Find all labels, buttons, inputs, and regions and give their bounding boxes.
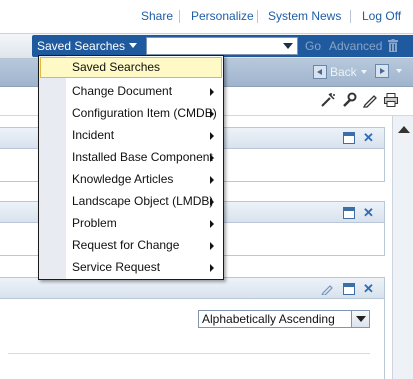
forward-arrow-icon [375, 64, 389, 78]
menu-item-label: Service Request [72, 260, 161, 274]
back-arrow-icon [313, 65, 327, 79]
separator [257, 10, 258, 23]
close-icon[interactable]: ✕ [363, 282, 374, 295]
print-icon[interactable] [383, 92, 399, 108]
chevron-right-icon [210, 242, 214, 250]
menu-item-service-request[interactable]: Service Request [40, 257, 222, 278]
menu-item-installed-base-component[interactable]: Installed Base Component [40, 147, 222, 168]
dropdown-arrow-icon[interactable] [351, 311, 369, 327]
menu-item-problem[interactable]: Problem [40, 213, 222, 234]
chevron-right-icon [210, 88, 214, 96]
edit-icon[interactable] [321, 282, 334, 295]
menu-item-label: Installed Base Component [72, 150, 213, 164]
chevron-right-icon [210, 110, 214, 118]
edit-icon[interactable] [362, 92, 378, 108]
chevron-down-icon [396, 69, 402, 73]
personalize-link[interactable]: Personalize [191, 9, 254, 23]
chevron-right-icon [210, 132, 214, 140]
menu-item-label: Knowledge Articles [72, 172, 174, 186]
separator [350, 10, 351, 23]
menu-item-incident[interactable]: Incident [40, 125, 222, 146]
header-links: Share Personalize System News Log Off [0, 0, 413, 33]
saved-searches-menu: Saved Searches Change Document Configura… [38, 55, 224, 280]
sort-order-select[interactable]: Alphabetically Ascending [198, 310, 370, 328]
trash-icon[interactable] [388, 39, 398, 52]
saved-searches-button[interactable]: Saved Searches [37, 37, 138, 55]
search-input[interactable] [146, 37, 298, 55]
menu-item-request-for-change[interactable]: Request for Change [40, 235, 222, 256]
menu-item-landscape-object[interactable]: Landscape Object (LMDB) [40, 191, 222, 212]
chevron-down-icon [129, 43, 138, 48]
dropdown-arrow-icon[interactable] [283, 43, 293, 49]
minimize-icon[interactable] [343, 283, 355, 295]
divider [8, 353, 370, 354]
chevron-right-icon [210, 176, 214, 184]
back-label: Back [330, 65, 357, 79]
go-button[interactable]: Go [305, 39, 321, 53]
close-icon[interactable]: ✕ [363, 206, 374, 219]
scroll-up-icon[interactable] [398, 126, 410, 133]
menu-item-change-document[interactable]: Change Document [40, 81, 222, 102]
menu-item-label: Incident [72, 128, 115, 142]
menu-item-knowledge-articles[interactable]: Knowledge Articles [40, 169, 222, 190]
close-icon[interactable]: ✕ [363, 131, 374, 144]
personalize-icon[interactable] [320, 92, 336, 108]
menu-item-configuration-item[interactable]: Configuration Item (CMDB) [40, 103, 222, 124]
menu-item-label: Configuration Item (CMDB) [72, 106, 217, 120]
menu-item-label: Landscape Object (LMDB) [72, 194, 214, 208]
chevron-right-icon [210, 220, 214, 228]
menu-item-label: Change Document [72, 84, 173, 98]
settings-icon[interactable] [341, 92, 357, 108]
advanced-search-link[interactable]: Advanced [329, 39, 382, 53]
back-button[interactable]: Back [313, 64, 367, 80]
separator [179, 10, 180, 23]
sort-order-value: Alphabetically Ascending [202, 312, 335, 326]
menu-item-saved-searches[interactable]: Saved Searches [40, 57, 222, 78]
system-news-link[interactable]: System News [268, 9, 341, 23]
log-off-link[interactable]: Log Off [362, 9, 401, 23]
share-link[interactable]: Share [141, 9, 173, 23]
menu-item-label: Problem [72, 216, 117, 230]
minimize-icon[interactable] [343, 207, 355, 219]
chevron-right-icon [210, 264, 214, 272]
minimize-icon[interactable] [343, 132, 355, 144]
chevron-right-icon [210, 198, 214, 206]
forward-button[interactable] [375, 64, 402, 80]
menu-item-label: Request for Change [72, 238, 180, 252]
chevron-right-icon [210, 154, 214, 162]
saved-searches-label: Saved Searches [37, 39, 126, 53]
chevron-down-icon [360, 70, 367, 74]
vertical-scrollbar[interactable] [392, 116, 413, 379]
